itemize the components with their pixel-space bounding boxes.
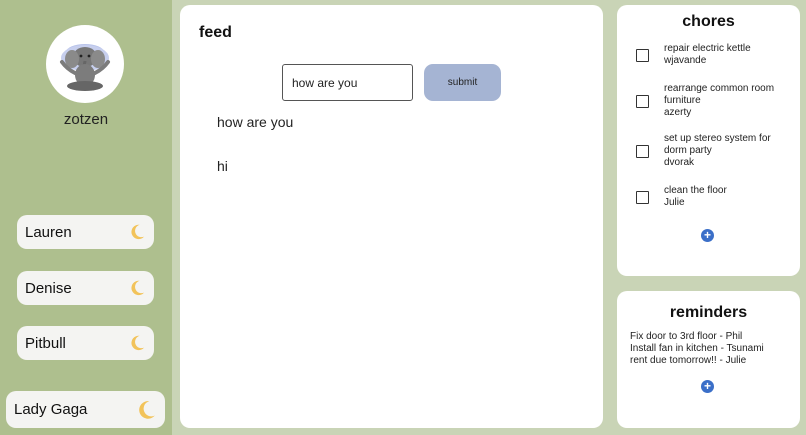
- member-card-lauren[interactable]: Lauren: [17, 215, 154, 249]
- moon-icon: [135, 399, 157, 421]
- chore-item: clean the floor Julie: [636, 185, 796, 209]
- chore-item: set up stereo system for dorm party dvor…: [636, 133, 796, 169]
- member-card-pitbull[interactable]: Pitbull: [17, 326, 154, 360]
- chore-assignee: dvorak: [664, 157, 695, 168]
- moon-icon: [128, 223, 146, 241]
- reminder-item: Fix door to 3rd floor - Phil: [630, 331, 743, 342]
- chore-task: repair electric kettle: [664, 43, 751, 54]
- chore-task: clean the floor: [664, 185, 727, 196]
- add-chore-button[interactable]: +: [701, 229, 714, 242]
- feed-panel: feed submit how are you hi: [180, 5, 603, 428]
- chore-assignee: Julie: [664, 197, 685, 208]
- chore-item: repair electric kettle wjavande: [636, 43, 796, 67]
- reminder-item: rent due tomorrow!! - Julie: [630, 355, 747, 366]
- member-name: Denise: [25, 279, 72, 297]
- chore-assignee: wjavande: [664, 55, 707, 66]
- chore-checkbox[interactable]: [636, 190, 649, 204]
- reminders-panel: reminders Fix door to 3rd floor - Phil I…: [617, 291, 800, 428]
- moon-icon: [128, 334, 146, 352]
- chore-checkbox[interactable]: [636, 144, 649, 158]
- sidebar: zotzen Lauren Denise Pitbull Lady Gaga: [0, 0, 172, 435]
- member-name: Lady Gaga: [14, 401, 88, 418]
- add-reminder-button[interactable]: +: [701, 380, 714, 393]
- feed-message: hi: [217, 158, 228, 174]
- chore-task: rearrange common room furniture: [664, 83, 775, 106]
- submit-button[interactable]: submit: [424, 64, 501, 101]
- reminder-list: Fix door to 3rd floor - Phil Install fan…: [630, 331, 764, 367]
- chore-assignee: azerty: [664, 107, 692, 118]
- avatar[interactable]: [46, 25, 124, 103]
- reminders-title: reminders: [669, 304, 748, 321]
- chore-task: set up stereo system for dorm party: [664, 133, 771, 156]
- reminder-item: Install fan in kitchen - Tsunami: [630, 343, 764, 354]
- elephant-icon: [60, 44, 110, 91]
- username: zotzen: [63, 111, 109, 128]
- feed-title: feed: [199, 24, 232, 41]
- chore-checkbox[interactable]: [636, 48, 649, 62]
- feed-message: how are you: [217, 114, 294, 130]
- chores-title: chores: [682, 13, 735, 30]
- member-name: Pitbull: [25, 334, 66, 352]
- member-name: Lauren: [25, 223, 72, 241]
- feed-message-input[interactable]: [282, 64, 413, 101]
- member-card-lady-gaga[interactable]: Lady Gaga: [6, 391, 165, 428]
- chores-panel: chores repair electric kettle wjavande r…: [617, 5, 800, 276]
- member-card-denise[interactable]: Denise: [17, 271, 154, 305]
- moon-icon: [128, 279, 146, 297]
- chore-item: rearrange common room furniture azerty: [636, 83, 796, 119]
- chore-checkbox[interactable]: [636, 94, 649, 108]
